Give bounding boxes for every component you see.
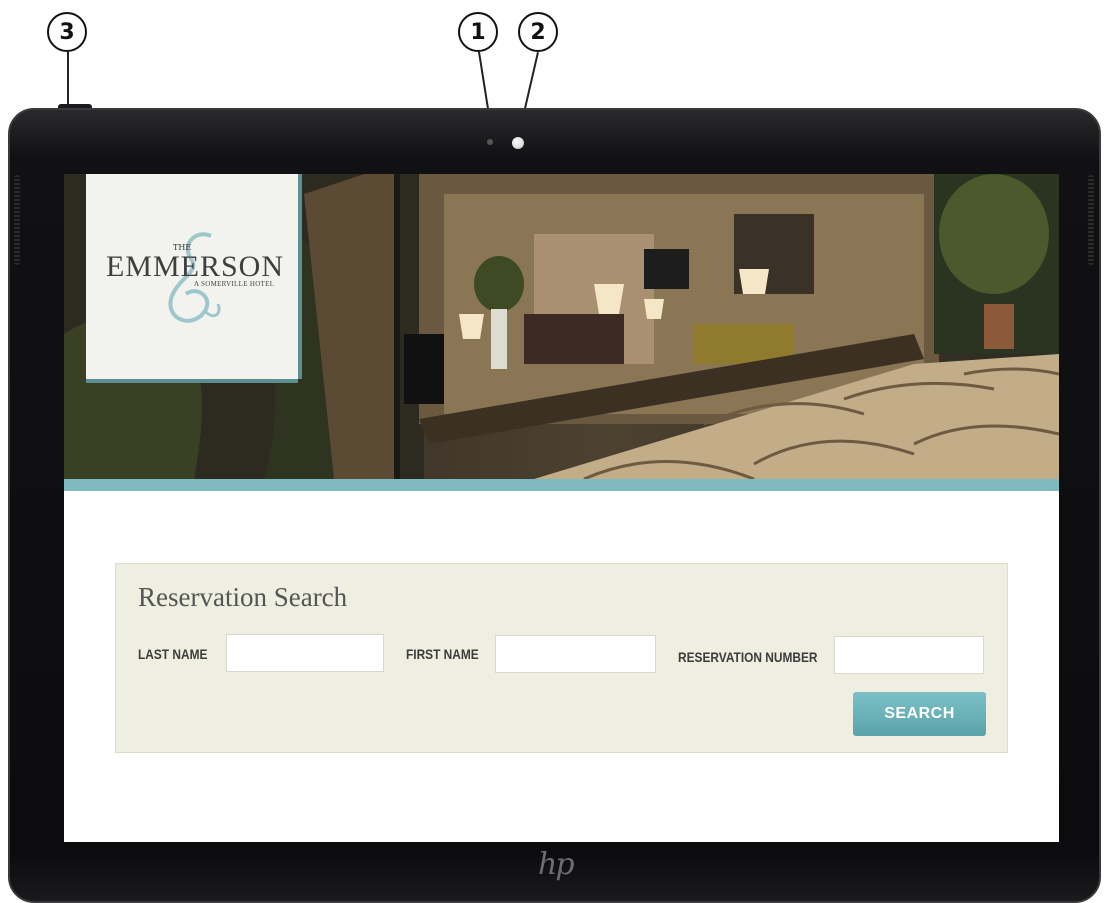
logo-tagline: A SOMERVILLE HOTEL (194, 280, 275, 288)
hp-logo: hp (538, 847, 575, 882)
first-name-label: FIRST NAME (406, 646, 479, 662)
callout-3-leader (67, 52, 69, 108)
callout-3: 3 (47, 12, 87, 52)
front-camera (512, 137, 524, 149)
panel-title: Reservation Search (138, 582, 348, 612)
callout-1: 1 (458, 12, 498, 52)
last-name-input[interactable] (226, 634, 384, 672)
accent-divider (64, 479, 1059, 491)
callout-2: 2 (518, 12, 558, 52)
last-name-label: LAST NAME (138, 646, 208, 662)
reservation-number-input[interactable] (834, 636, 984, 674)
logo-name: EMMERSON (105, 250, 285, 283)
hotel-lobby-banner: THE EMMERSON A SOMERVILLE HOTEL (64, 174, 1059, 479)
hotel-logo: THE EMMERSON A SOMERVILLE HOTEL (86, 174, 298, 379)
search-button[interactable]: SEARCH (853, 692, 986, 736)
first-name-input[interactable] (495, 635, 656, 673)
left-speaker-grille (14, 175, 20, 265)
microphone (487, 139, 493, 145)
reservation-search-panel: Reservation Search LAST NAME FIRST NAME … (115, 563, 1008, 753)
tablet-screen: THE EMMERSON A SOMERVILLE HOTEL Reservat… (64, 174, 1059, 842)
reservation-number-label: RESERVATION NUMBER (678, 649, 818, 665)
right-speaker-grille (1088, 175, 1094, 265)
